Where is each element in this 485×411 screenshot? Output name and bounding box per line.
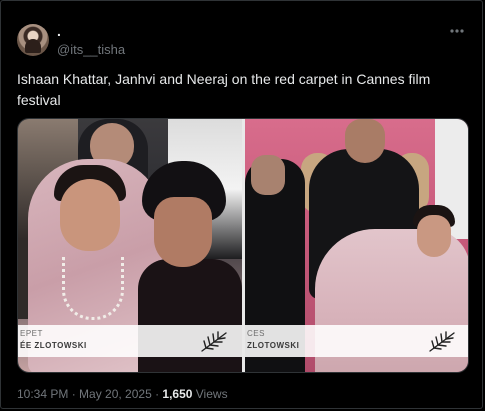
- views-count: 1,650: [162, 387, 193, 401]
- ellipsis-icon[interactable]: [448, 23, 466, 39]
- caption-bar-left: EPET ÉE ZLOTOWSKI: [18, 325, 242, 357]
- media-image[interactable]: EPET ÉE ZLOTOWSKI CES ZLOTOWSKI: [17, 118, 469, 373]
- avatar[interactable]: [17, 24, 49, 56]
- caption-line-1: CES: [247, 329, 265, 338]
- tweet-card[interactable]: . @its__tisha Ishaan Khattar, Janhvi and…: [0, 0, 483, 409]
- user-handle[interactable]: @its__tisha: [57, 42, 125, 58]
- avatar-figure: [25, 39, 41, 53]
- views-label: Views: [192, 387, 228, 401]
- caption-line-2: ÉE ZLOTOWSKI: [20, 341, 87, 350]
- caption-line-2: ZLOTOWSKI: [247, 341, 300, 350]
- tweet-text: Ishaan Khattar, Janhvi and Neeraj on the…: [17, 71, 431, 108]
- caption-bar-right: CES ZLOTOWSKI: [245, 325, 468, 357]
- caption-line-1: EPET: [20, 329, 43, 338]
- timestamp[interactable]: 10:34 PM · May 20, 2025 ·: [17, 387, 162, 401]
- palm-leaf-icon: [201, 331, 227, 352]
- tweet-metadata: 10:34 PM · May 20, 2025 · 1,650 Views: [17, 386, 228, 402]
- display-name[interactable]: .: [57, 23, 61, 39]
- palm-leaf-icon: [429, 331, 455, 352]
